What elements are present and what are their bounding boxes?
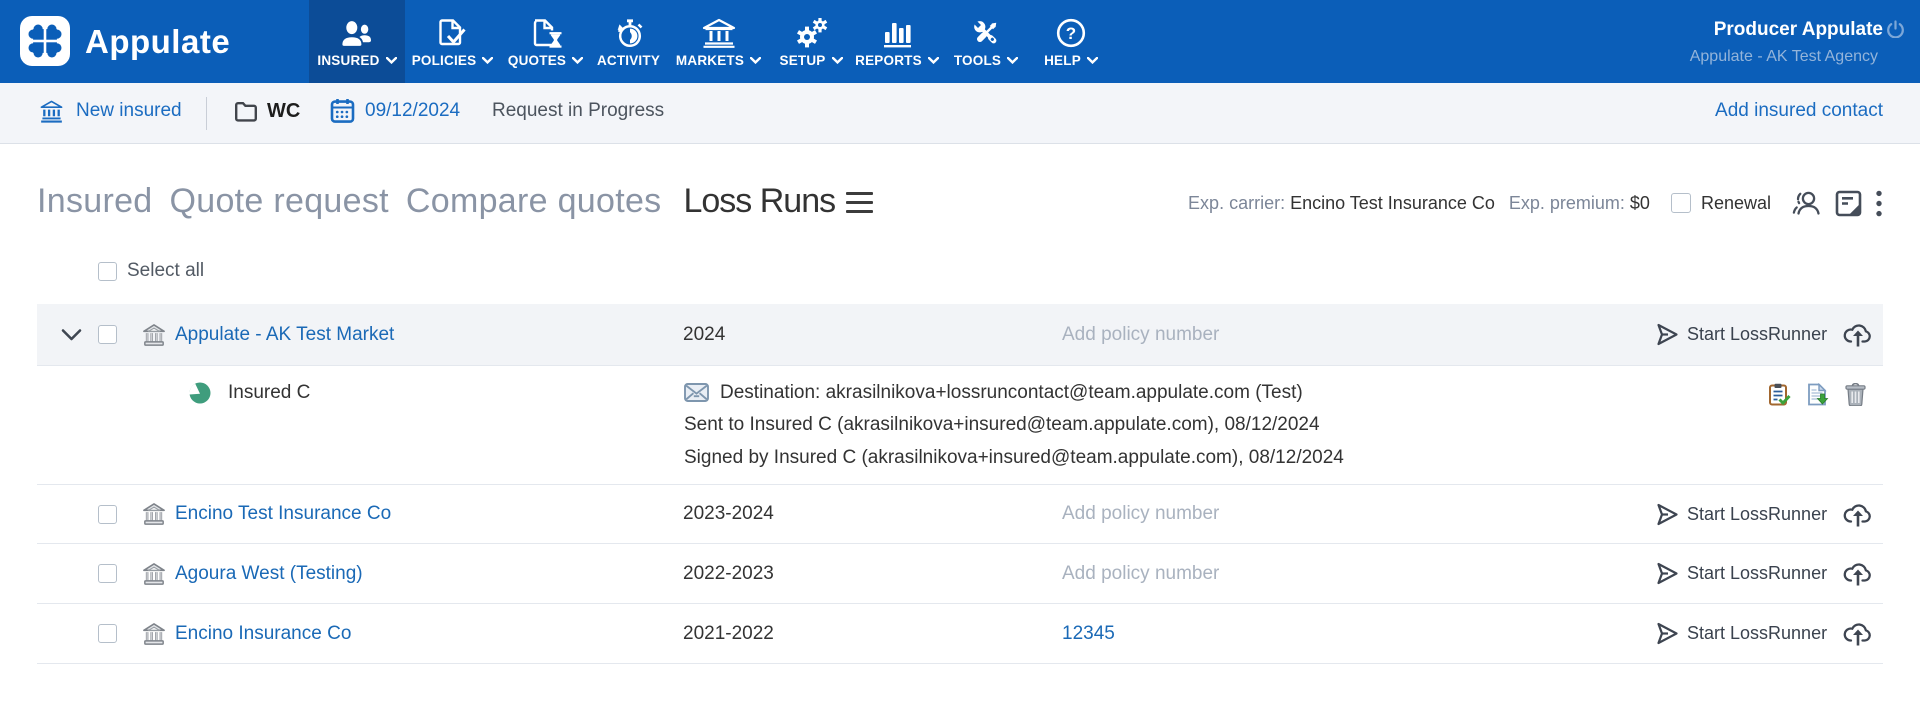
svg-text:?: ? [1066,24,1076,43]
